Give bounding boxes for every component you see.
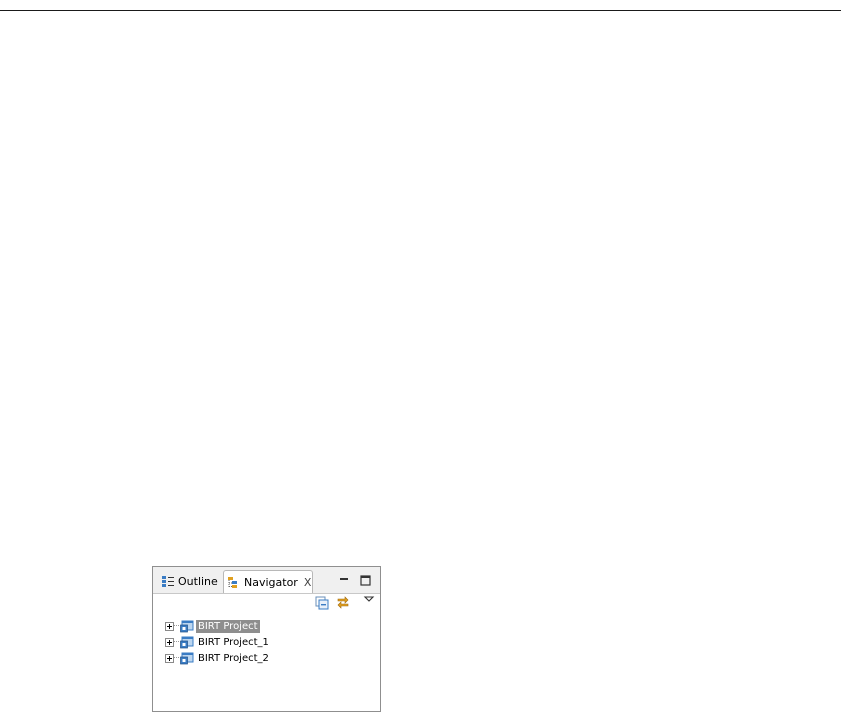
project-tree: BIRT Project BIRT Project_1 BIRT Project [165, 618, 271, 666]
tab-navigator[interactable]: Navigator X [223, 570, 313, 593]
tree-item-label: BIRT Project_1 [198, 636, 269, 648]
expand-icon[interactable] [165, 637, 174, 647]
minimize-icon [340, 578, 348, 580]
tree-connector [174, 625, 179, 627]
birt-project-icon [180, 620, 194, 632]
expand-icon[interactable] [165, 621, 174, 631]
tab-navigator-label: Navigator [244, 575, 298, 589]
birt-project-icon [180, 652, 194, 664]
tab-outline-label: Outline [178, 574, 218, 588]
maximize-icon [359, 574, 371, 586]
expand-icon[interactable] [165, 653, 174, 663]
tree-item-label: BIRT Project_2 [198, 652, 269, 664]
collapse-all-icon[interactable] [315, 596, 329, 610]
tree-item[interactable]: BIRT Project [165, 618, 271, 634]
view-tab-bar: Outline Navigator X [153, 567, 380, 594]
tab-outline[interactable]: Outline [161, 570, 225, 592]
view-menu-icon[interactable] [362, 593, 376, 607]
tree-item[interactable]: BIRT Project_2 [165, 650, 271, 666]
tree-item-label: BIRT Project [196, 619, 260, 633]
outline-icon [162, 575, 174, 587]
top-divider [0, 10, 841, 11]
tree-connector [174, 657, 179, 659]
link-with-editor-icon[interactable] [336, 595, 350, 609]
navigator-icon [228, 576, 237, 588]
tree-item[interactable]: BIRT Project_1 [165, 634, 271, 650]
maximize-button[interactable] [358, 573, 372, 587]
navigator-view-panel: Outline Navigator X BIRT Project BIRT Pr… [152, 566, 381, 712]
close-icon[interactable]: X [304, 577, 312, 588]
tree-connector [174, 641, 179, 643]
minimize-button[interactable] [337, 573, 351, 587]
birt-project-icon [180, 636, 194, 648]
